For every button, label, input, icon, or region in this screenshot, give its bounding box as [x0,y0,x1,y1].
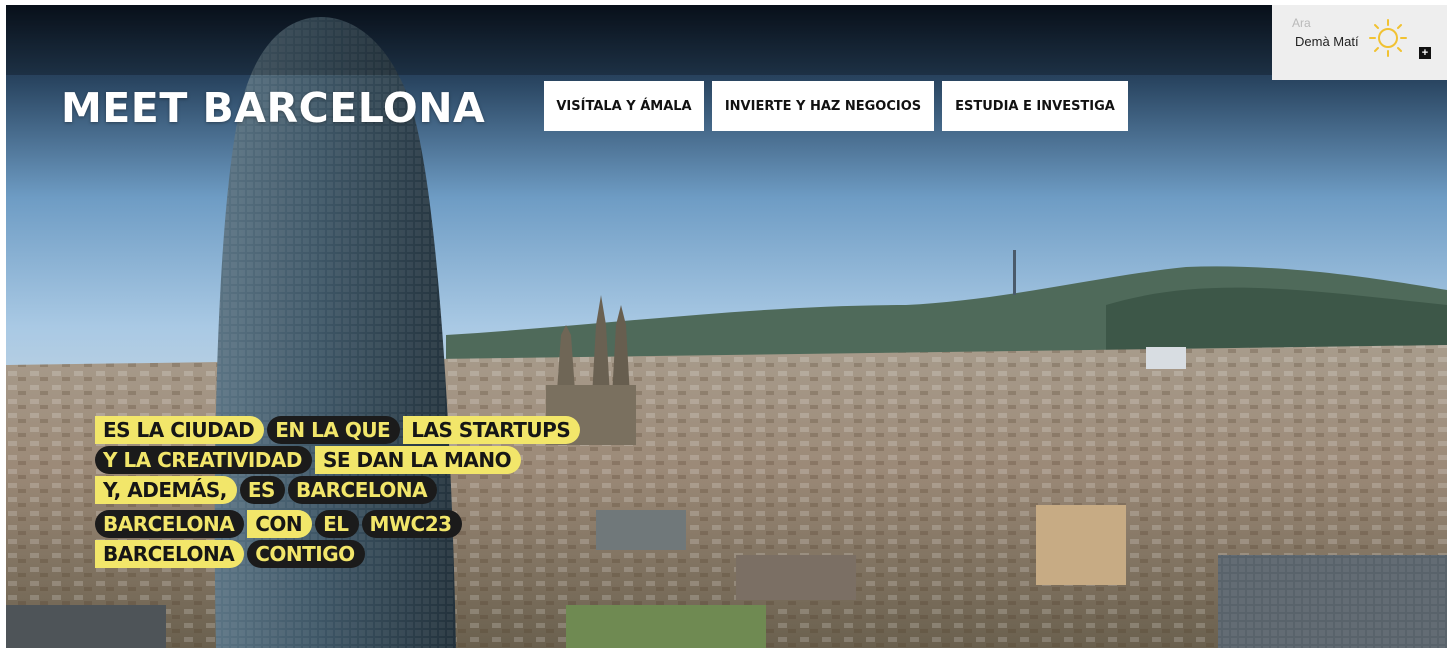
tagline-chip: BARCELONA [287,476,438,504]
tagline-chip: CON [247,510,313,538]
tagline-chip: SE DAN LA MANO [314,446,522,474]
tagline-chip: EN LA QUE [267,416,401,444]
tagline-chip: Y, ADEMÁS, [95,476,237,504]
tagline-chip: CONTIGO [247,540,365,568]
tagline-chip: EL [315,510,359,538]
tagline-row: Y, ADEMÁS, ES BARCELONA [95,476,580,504]
tagline-chip: BARCELONA [95,540,245,568]
weather-expand-button[interactable]: + [1419,47,1431,59]
hero-taglines: ES LA CIUDAD EN LA QUE LAS STARTUPS Y LA… [95,416,581,570]
main-nav: VISÍTALA Y ÁMALA INVIERTE Y HAZ NEGOCIOS… [544,81,1128,131]
tagline-chip: MWC23 [361,510,462,538]
site-logo[interactable]: MEET BARCELONA [61,84,485,132]
tagline-chip: BARCELONA [95,510,245,538]
weather-forecast-label: Demà Matí [1295,34,1359,49]
nav-item-visitala[interactable]: VISÍTALA Y ÁMALA [544,81,704,131]
nav-item-invierte[interactable]: INVIERTE Y HAZ NEGOCIOS [712,81,934,131]
nav-item-estudia[interactable]: ESTUDIA E INVESTIGA [942,81,1128,131]
tagline-chip: ES [239,476,285,504]
tagline-chip: Y LA CREATIVIDAD [95,446,312,474]
tagline-chip: LAS STARTUPS [403,416,581,444]
tagline-chip: ES LA CIUDAD [95,416,265,444]
tagline-row: ES LA CIUDAD EN LA QUE LAS STARTUPS [95,416,581,444]
tagline-row: BARCELONA CONTIGO [95,540,580,568]
tagline-row: BARCELONA CON EL MWC23 [95,510,580,538]
weather-now-label: Ara [1292,16,1311,30]
weather-widget: Ara Demà Matí + [1272,5,1447,80]
sun-icon [1368,18,1408,63]
tagline-row: Y LA CREATIVIDAD SE DAN LA MANO [95,446,580,474]
